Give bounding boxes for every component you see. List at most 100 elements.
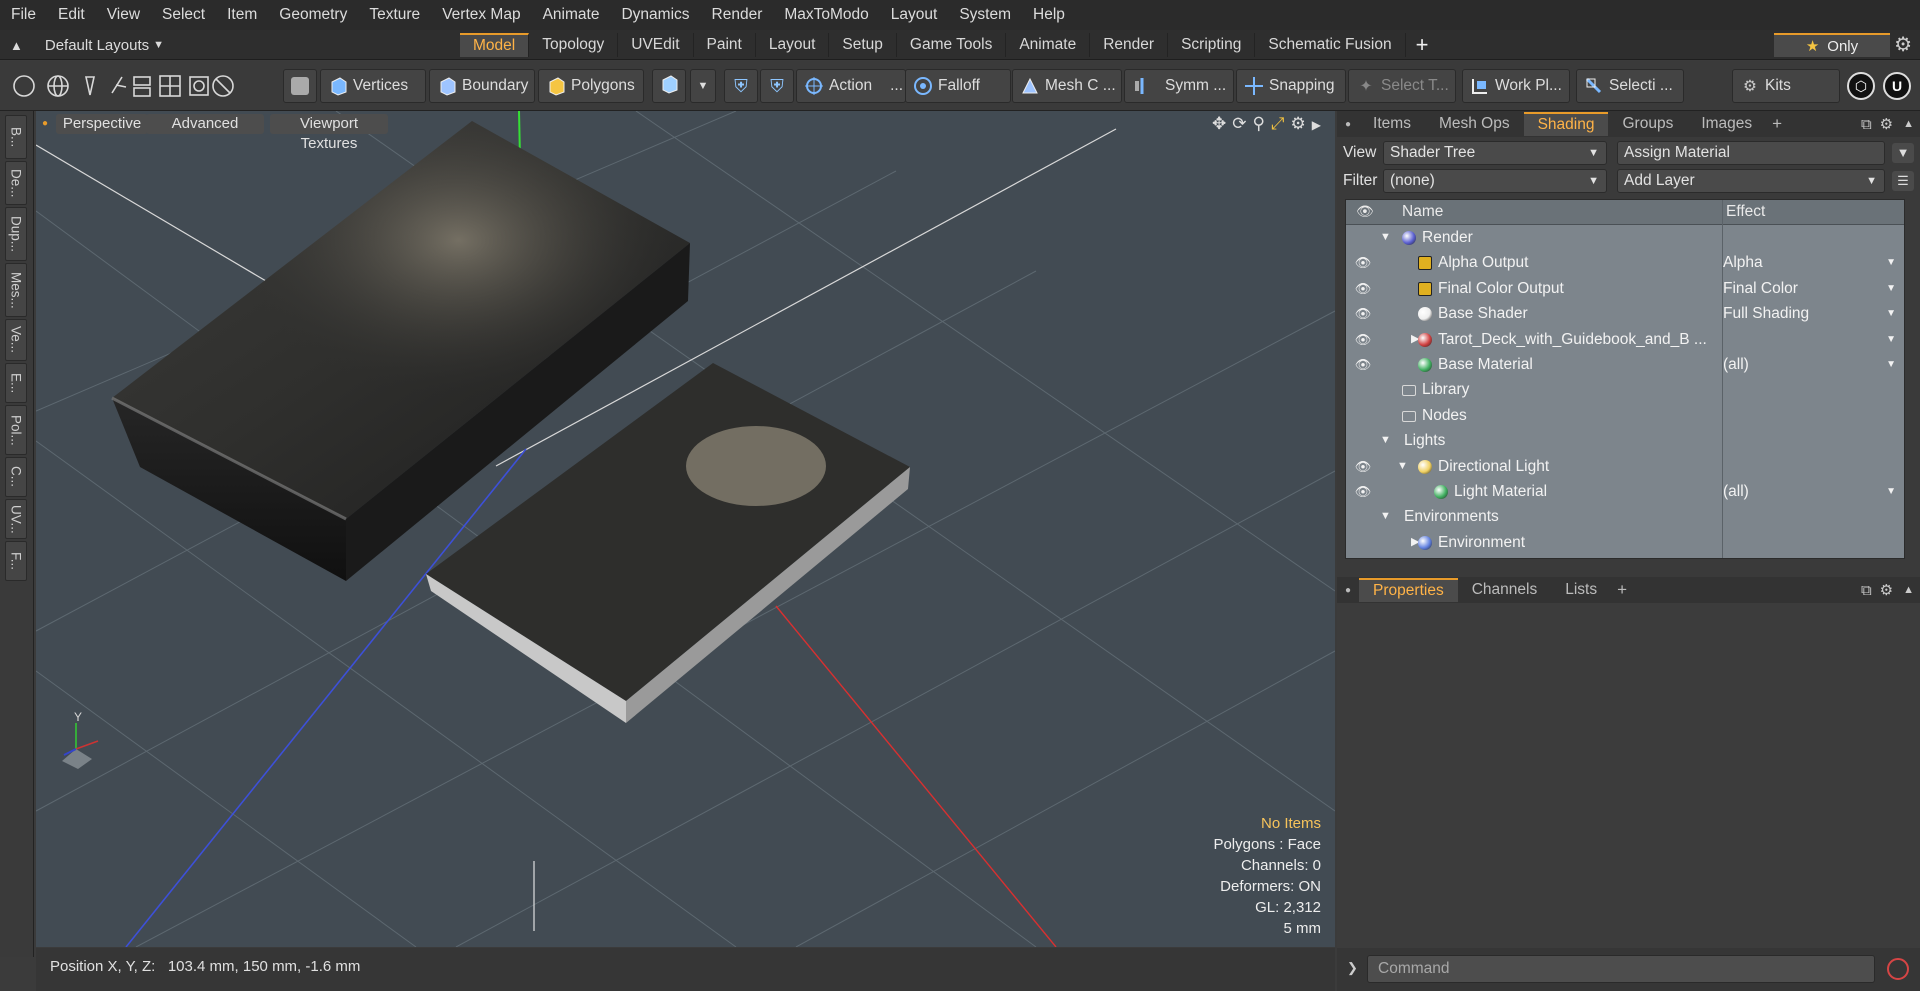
viewport-gear-icon[interactable]: ⚙ bbox=[1291, 114, 1306, 136]
menu-geometry[interactable]: Geometry bbox=[268, 0, 358, 30]
shader-tree-row[interactable]: 👁 ▼ Directional Light bbox=[1346, 454, 1904, 479]
expand-down-icon[interactable]: ▼ bbox=[1380, 428, 1391, 453]
filter-dropdown[interactable]: (none) ▼ bbox=[1383, 169, 1607, 193]
add-props-tab-icon[interactable]: + bbox=[1611, 580, 1633, 600]
tab-topology[interactable]: Topology bbox=[529, 33, 619, 57]
tab-model[interactable]: Model bbox=[460, 33, 530, 57]
panel-collapse-icon[interactable]: ▲ bbox=[1897, 118, 1920, 130]
tab-properties[interactable]: Properties bbox=[1359, 578, 1458, 602]
vtab-fusion[interactable]: F... bbox=[5, 541, 27, 581]
tab-images[interactable]: Images bbox=[1687, 112, 1766, 136]
shader-tree-row[interactable]: ▼ Render bbox=[1346, 225, 1904, 250]
visibility-eye-icon[interactable]: 👁 bbox=[1352, 454, 1374, 479]
tab-setup[interactable]: Setup bbox=[829, 33, 897, 57]
menu-file[interactable]: File bbox=[0, 0, 47, 30]
filter-funnel-icon[interactable]: ▼ bbox=[1892, 143, 1914, 163]
menu-view[interactable]: View bbox=[96, 0, 151, 30]
shader-item-effect[interactable]: (all) bbox=[1723, 479, 1749, 504]
shader-tree-row[interactable]: Nodes bbox=[1346, 403, 1904, 428]
tab-items[interactable]: Items bbox=[1359, 112, 1425, 136]
effect-dropdown-arrow-icon[interactable]: ▼ bbox=[1886, 479, 1896, 504]
tab-layout[interactable]: Layout bbox=[756, 33, 830, 57]
pan-move-icon[interactable]: ✥ bbox=[1212, 114, 1226, 136]
shader-tree-row[interactable]: ▼ Lights bbox=[1346, 428, 1904, 453]
menu-maxtomodo[interactable]: MaxToModo bbox=[773, 0, 879, 30]
view-dropdown[interactable]: Shader Tree ▼ bbox=[1383, 141, 1607, 165]
perspective-button[interactable]: Perspective bbox=[56, 114, 148, 134]
default-layouts-dropdown[interactable]: ▲ Default Layouts ▼ bbox=[10, 30, 164, 60]
shader-tree-row[interactable]: 👁 Base Shader Full Shading ▼ bbox=[1346, 301, 1904, 326]
viewport-menu-dot[interactable]: ● bbox=[41, 114, 49, 134]
shader-item-effect[interactable]: (all) bbox=[1723, 352, 1749, 377]
add-tab-plus-icon[interactable]: + bbox=[1406, 33, 1439, 57]
viewport-textures-button[interactable]: Viewport Textures bbox=[270, 114, 388, 152]
panel-gear-icon[interactable]: ⚙ bbox=[1876, 115, 1897, 133]
pop-out-icon[interactable]: ⧉ bbox=[1857, 116, 1876, 133]
lock-shield-button[interactable]: ⛨ bbox=[760, 69, 794, 103]
command-input[interactable]: Command bbox=[1367, 955, 1875, 983]
record-macro-icon[interactable] bbox=[1887, 958, 1909, 980]
tab-scripting[interactable]: Scripting bbox=[1168, 33, 1256, 57]
symmetry-shield-button[interactable]: ⛨ bbox=[724, 69, 758, 103]
vtab-mesh-edit[interactable]: Mes... bbox=[5, 263, 27, 317]
polygons-button[interactable]: Polygons bbox=[538, 69, 644, 103]
visibility-eye-icon[interactable]: 👁 bbox=[1352, 276, 1374, 301]
shader-item-effect[interactable]: Alpha bbox=[1723, 250, 1763, 275]
unreal-button[interactable]: U bbox=[1880, 69, 1914, 103]
tab-uvedit[interactable]: UVEdit bbox=[618, 33, 694, 57]
tab-schematic-fusion[interactable]: Schematic Fusion bbox=[1255, 33, 1406, 57]
menu-select[interactable]: Select bbox=[151, 0, 216, 30]
effect-dropdown-arrow-icon[interactable]: ▼ bbox=[1886, 276, 1896, 301]
menu-dynamics[interactable]: Dynamics bbox=[610, 0, 700, 30]
effect-dropdown-arrow-icon[interactable]: ▼ bbox=[1886, 327, 1896, 352]
expand-down-icon[interactable]: ▼ bbox=[1397, 454, 1408, 479]
menu-edit[interactable]: Edit bbox=[47, 0, 96, 30]
tab-game-tools[interactable]: Game Tools bbox=[897, 33, 1007, 57]
tab-render[interactable]: Render bbox=[1090, 33, 1169, 57]
snapping-button[interactable]: Snapping bbox=[1236, 69, 1346, 103]
tab-animate[interactable]: Animate bbox=[1006, 33, 1091, 57]
props-menu-dot[interactable]: ● bbox=[1337, 585, 1359, 596]
add-panel-tab-icon[interactable]: + bbox=[1766, 114, 1788, 134]
effect-dropdown-arrow-icon[interactable]: ▼ bbox=[1886, 301, 1896, 326]
vtab-vertex[interactable]: Ve... bbox=[5, 319, 27, 361]
shader-tree-row[interactable]: ▼ Environments bbox=[1346, 504, 1904, 529]
vtab-duplicate[interactable]: Dup... bbox=[5, 207, 27, 261]
vtab-uv[interactable]: UV... bbox=[5, 499, 27, 539]
shader-item-effect[interactable]: Full Shading bbox=[1723, 301, 1809, 326]
expand-down-icon[interactable]: ▼ bbox=[1380, 225, 1391, 250]
gear-icon[interactable]: ⚙ bbox=[1894, 32, 1912, 57]
list-options-icon[interactable]: ☰ bbox=[1892, 171, 1914, 191]
tab-shading[interactable]: Shading bbox=[1523, 112, 1609, 136]
symmetry-button[interactable]: Symm ... bbox=[1124, 69, 1234, 103]
mode-dropdown-button[interactable]: ▼ bbox=[690, 69, 716, 103]
expand-down-icon[interactable]: ▼ bbox=[1380, 504, 1391, 529]
rotate-icon[interactable]: ⟳ bbox=[1232, 114, 1246, 136]
vtab-curve[interactable]: C... bbox=[5, 457, 27, 497]
tab-lists[interactable]: Lists bbox=[1551, 578, 1611, 602]
shader-tree-row[interactable]: 👁 Final Color Output Final Color ▼ bbox=[1346, 276, 1904, 301]
advanced-shading-button[interactable]: Advanced bbox=[146, 114, 264, 134]
zoom-search-icon[interactable]: ⚲ bbox=[1252, 114, 1264, 136]
tab-groups[interactable]: Groups bbox=[1608, 112, 1687, 136]
mesh-constraint-button[interactable]: Mesh C ... bbox=[1012, 69, 1122, 103]
menu-animate[interactable]: Animate bbox=[532, 0, 611, 30]
assign-material-dropdown[interactable]: Assign Material bbox=[1617, 141, 1885, 165]
visibility-eye-icon[interactable]: 👁 bbox=[1352, 301, 1374, 326]
work-plane-button[interactable]: Work Pl... bbox=[1462, 69, 1570, 103]
menu-help[interactable]: Help bbox=[1022, 0, 1076, 30]
shader-item-effect[interactable]: Final Color bbox=[1723, 276, 1798, 301]
falloff-button[interactable]: Falloff bbox=[905, 69, 1011, 103]
3d-viewport[interactable]: Y ● Perspective Advanced Viewport Textur… bbox=[36, 111, 1335, 947]
visibility-eye-icon[interactable]: 👁 bbox=[1352, 250, 1374, 275]
name-column-header[interactable]: Name bbox=[1402, 203, 1443, 221]
selection-sets-button[interactable]: Selecti ... bbox=[1576, 69, 1684, 103]
add-layer-dropdown[interactable]: Add Layer ▼ bbox=[1617, 169, 1885, 193]
tab-paint[interactable]: Paint bbox=[694, 33, 756, 57]
props-gear-icon[interactable]: ⚙ bbox=[1876, 581, 1897, 599]
only-toggle-button[interactable]: ★ Only bbox=[1774, 33, 1890, 57]
props-pop-out-icon[interactable]: ⧉ bbox=[1857, 582, 1876, 599]
menu-item[interactable]: Item bbox=[216, 0, 268, 30]
effect-column-header[interactable]: Effect bbox=[1726, 203, 1765, 221]
menu-system[interactable]: System bbox=[948, 0, 1022, 30]
